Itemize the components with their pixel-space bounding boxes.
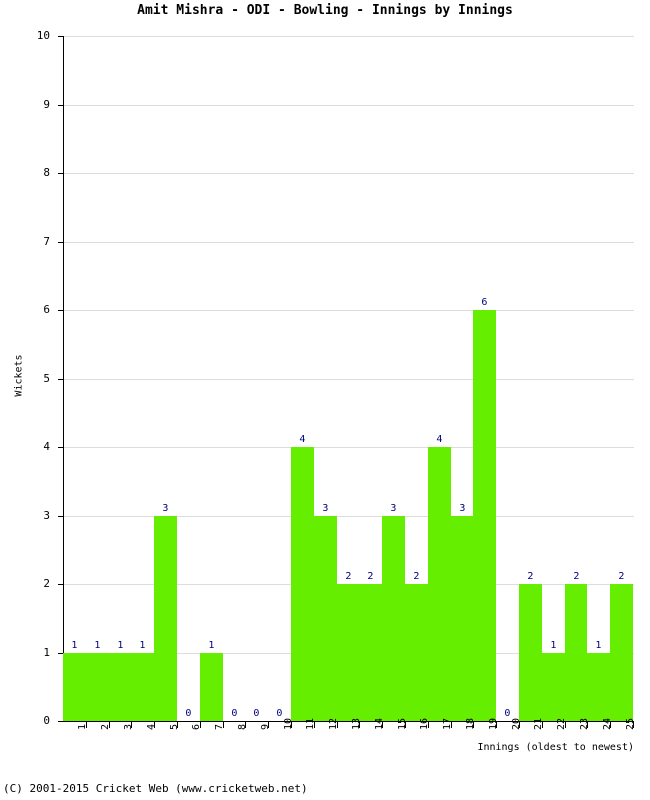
y-tick-mark	[58, 721, 64, 722]
x-tick-label: 19	[488, 717, 499, 730]
bar[interactable]	[154, 515, 177, 721]
x-tick-label: 6	[191, 723, 202, 730]
y-tick-label: 8	[43, 166, 50, 179]
bar[interactable]	[405, 584, 428, 721]
bar[interactable]	[314, 515, 337, 721]
x-tick-label: 25	[625, 717, 636, 730]
bar-value-label: 3	[322, 502, 329, 514]
y-tick-mark	[58, 241, 64, 243]
gridline	[64, 173, 634, 174]
y-tick-label: 7	[43, 234, 50, 248]
bar-value-label: 1	[550, 639, 557, 651]
y-tick-mark	[58, 584, 64, 585]
bar[interactable]	[131, 652, 154, 721]
y-tick-mark	[58, 515, 64, 517]
y-tick-label: 6	[43, 303, 50, 316]
bar-value-label: 3	[390, 502, 397, 514]
x-tick-label: 4	[146, 723, 157, 730]
bar-value-label: 0	[253, 708, 260, 719]
y-tick-mark	[58, 173, 64, 174]
bar[interactable]	[109, 652, 131, 721]
bar-value-label: 1	[71, 639, 78, 651]
gridline	[64, 378, 634, 380]
y-tick-mark	[58, 378, 64, 380]
y-tick-mark	[58, 104, 64, 106]
bar-value-label: 1	[117, 639, 124, 651]
x-tick-label: 9	[260, 723, 271, 730]
gridline	[64, 104, 634, 106]
bar-value-label: 2	[527, 571, 534, 582]
bar-value-label: 1	[595, 639, 602, 651]
x-tick-label: 8	[237, 723, 248, 730]
bar-value-label: 4	[436, 434, 443, 445]
y-tick-label: 9	[43, 97, 50, 111]
y-tick-mark	[58, 36, 64, 37]
bar[interactable]	[200, 652, 223, 721]
bar-value-label: 6	[481, 297, 488, 308]
x-axis-line	[63, 721, 634, 722]
bar-value-label: 2	[345, 571, 352, 582]
bar-value-label: 2	[413, 571, 420, 582]
gridline	[64, 515, 634, 517]
bar[interactable]	[86, 652, 109, 721]
y-tick-label: 2	[43, 577, 50, 590]
bar[interactable]	[610, 584, 633, 721]
bar-value-label: 4	[299, 434, 306, 445]
bar[interactable]	[291, 447, 314, 721]
bar[interactable]	[63, 652, 86, 721]
chart-title: Amit Mishra - ODI - Bowling - Innings by…	[137, 3, 513, 18]
bar[interactable]	[542, 652, 565, 721]
y-tick-label: 4	[43, 440, 50, 453]
bar-value-label: 0	[231, 708, 238, 719]
y-tick-mark	[58, 310, 64, 311]
bar-value-label: 2	[573, 571, 580, 582]
bowling-innings-chart: Amit Mishra - ODI - Bowling - Innings by…	[0, 0, 650, 800]
x-tick-label: 1	[77, 723, 88, 730]
y-tick-label: 3	[43, 508, 50, 522]
bar[interactable]	[565, 584, 587, 721]
bar-value-label: 1	[208, 639, 215, 651]
gridline	[64, 447, 634, 448]
bar[interactable]	[519, 584, 542, 721]
x-tick-label: 3	[123, 723, 134, 730]
bar-value-label: 3	[162, 502, 169, 514]
bar-value-label: 3	[459, 502, 466, 514]
y-tick-mark	[58, 447, 64, 448]
y-tick-label: 1	[43, 645, 50, 659]
bar[interactable]	[382, 515, 405, 721]
bar-value-label: 2	[618, 571, 625, 582]
bar-value-label: 1	[139, 639, 146, 651]
bar[interactable]	[473, 310, 496, 721]
bar[interactable]	[587, 652, 610, 721]
x-tick-label: 2	[100, 723, 111, 730]
bar-value-label: 2	[367, 571, 374, 582]
y-tick-label: 10	[36, 29, 50, 42]
gridline	[64, 241, 634, 243]
gridline	[64, 36, 634, 37]
x-tick-label: 7	[214, 723, 225, 730]
x-axis-title: Innings (oldest to newest)	[477, 742, 634, 753]
bar[interactable]	[359, 584, 382, 721]
bar[interactable]	[428, 447, 451, 721]
bar[interactable]	[451, 515, 473, 721]
bar-value-label: 0	[185, 708, 192, 719]
bar-value-label: 1	[94, 639, 101, 651]
x-tick-label: 5	[169, 723, 180, 730]
y-tick-label: 5	[43, 371, 50, 385]
y-tick-label: 0	[43, 714, 50, 727]
bar[interactable]	[337, 584, 359, 721]
gridline	[64, 310, 634, 311]
footer-copyright: (C) 2001-2015 Cricket Web (www.cricketwe…	[3, 782, 308, 795]
